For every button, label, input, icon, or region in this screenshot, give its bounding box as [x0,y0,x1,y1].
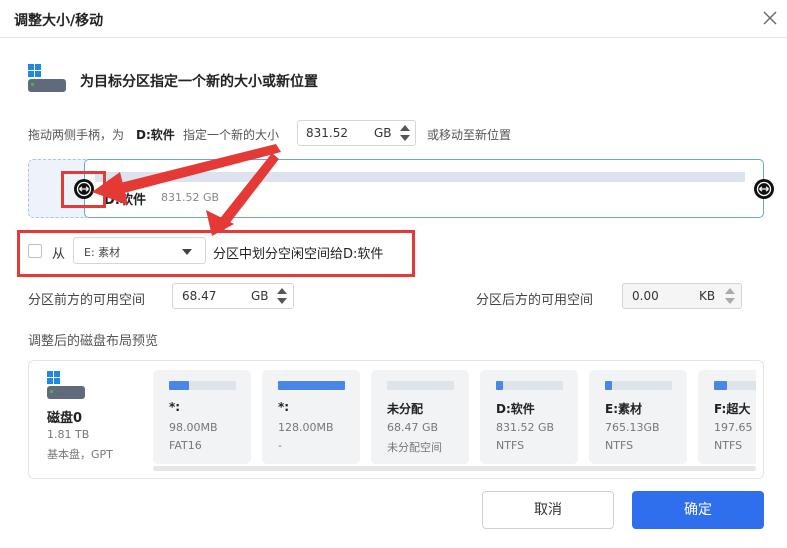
space-before-label: 分区前方的可用空间 [28,293,146,308]
size-value: 831.52 [306,126,348,140]
partition-card[interactable]: F:超大 197.65 NTFS [698,370,756,464]
stepper-down-icon[interactable] [277,298,287,304]
partition-usage-bar [496,381,563,390]
space-before-input[interactable]: 68.47 GB [172,283,294,309]
stepper-up-icon[interactable] [400,125,410,131]
annotation-box-handle [61,171,106,208]
partition-card-filesystem: NTFS [605,439,634,452]
partition-usage-bar [95,172,745,182]
page-heading: 为目标分区指定一个新的大小或新位置 [80,74,318,90]
partition-card-filesystem: NTFS [496,439,525,452]
partition-card-size: 197.65 [714,421,753,434]
partition-usage-bar [605,381,672,390]
horizontal-scrollbar[interactable] [153,466,756,471]
space-before-value: 68.47 [182,289,217,303]
partition-card-name: F:超大 [714,402,751,416]
partition-card[interactable]: *: 128.00MB - [262,370,360,464]
partition-size: 831.52 GB [161,191,220,204]
size-unit: GB [374,126,392,140]
disk-layout-preview: 磁盘0 1.81 TB 基本盘，GPT *: 98.00MB FAT16 *: 128.… [28,360,764,479]
partition-card-name: *: [278,400,290,414]
close-icon[interactable] [761,9,779,27]
partition-usage-fill [496,381,503,390]
partition-card[interactable]: D:软件 831.52 GB NTFS [480,370,578,464]
partition-usage-bar [169,381,236,390]
partition-usage-fill [714,381,728,390]
annotation-box-allocate [17,230,415,277]
space-after-input[interactable]: 0.00 KB [622,283,742,309]
space-after-stepper[interactable] [725,288,735,306]
partition-card-size: 68.47 GB [387,421,439,434]
disk-size: 1.81 TB [47,428,90,441]
space-before-stepper[interactable] [277,288,287,306]
disk-name: 磁盘0 [47,411,83,426]
instruction-prefix: 拖动两侧手柄，为 [28,128,125,142]
stepper-down-icon[interactable] [400,135,410,141]
partition-card-size: 128.00MB [278,421,334,434]
partition-card-size: 765.13GB [605,421,660,434]
size-stepper[interactable] [400,125,410,143]
partition-usage-bar [278,381,345,390]
stepper-up-icon[interactable] [277,288,287,294]
partition-card-filesystem: FAT16 [169,439,202,452]
disk-icon [47,371,85,399]
partition-card-filesystem: - [278,439,282,452]
preview-title: 调整后的磁盘布局预览 [28,334,159,349]
space-after-unit: KB [699,289,716,303]
dialog-titlebar: 调整大小/移动 [0,0,787,38]
partition-card-size: 98.00MB [169,421,218,434]
cancel-button[interactable]: 取消 [482,491,614,529]
partition-card-filesystem: NTFS [714,439,743,452]
partition-usage-fill [169,381,190,390]
disk-icon [28,64,66,92]
partition-card-name: E:素材 [605,402,642,416]
space-after-value: 0.00 [632,289,659,303]
partition-card[interactable]: *: 98.00MB FAT16 [153,370,251,464]
partition-card[interactable]: 未分配 68.47 GB 未分配空间 [371,370,469,464]
instruction-suffix: 或移动至新位置 [427,128,512,142]
partition-usage-fill [278,381,345,390]
partition-usage-bar [714,381,756,390]
partition-card-filesystem: 未分配空间 [387,441,442,454]
instruction-target: D:软件 [136,128,175,142]
stepper-down-icon[interactable] [725,298,735,304]
partition-card-name: 未分配 [387,402,424,416]
partition-card[interactable]: E:素材 765.13GB NTFS [589,370,687,464]
space-after-label: 分区后方的可用空间 [476,293,594,308]
stepper-up-icon[interactable] [725,288,735,294]
right-resize-handle-icon[interactable] [754,179,774,199]
size-input[interactable]: 831.52 GB [297,120,416,146]
disk-type: 基本盘，GPT [47,448,113,461]
partition-resize-box[interactable]: D:软件 831.52 GB [84,159,764,218]
instruction-middle: 指定一个新的大小 [183,128,280,142]
partition-card-name: *: [169,400,181,414]
partition-cards: *: 98.00MB FAT16 *: 128.00MB - 未分配 68.47 GB 未分配空… [153,370,756,465]
partition-usage-bar [387,381,454,390]
space-before-unit: GB [251,289,269,303]
partition-name: D:软件 [104,193,146,208]
partition-usage-fill [605,381,612,390]
partition-cards-viewport: *: 98.00MB FAT16 *: 128.00MB - 未分配 68.47 GB 未分配空… [153,370,756,473]
partition-card-name: D:软件 [496,402,535,416]
partition-card-size: 831.52 GB [496,421,555,434]
ok-button[interactable]: 确定 [632,491,764,529]
dialog-title: 调整大小/移动 [14,13,104,29]
